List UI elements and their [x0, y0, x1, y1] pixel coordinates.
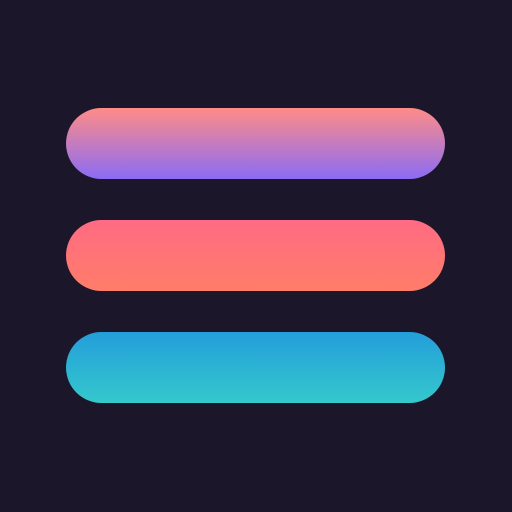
menu-bar-top — [66, 108, 445, 179]
menu-bar-middle — [66, 220, 445, 291]
menu-bar-bottom — [66, 332, 445, 403]
hamburger-menu-icon[interactable] — [0, 0, 512, 512]
